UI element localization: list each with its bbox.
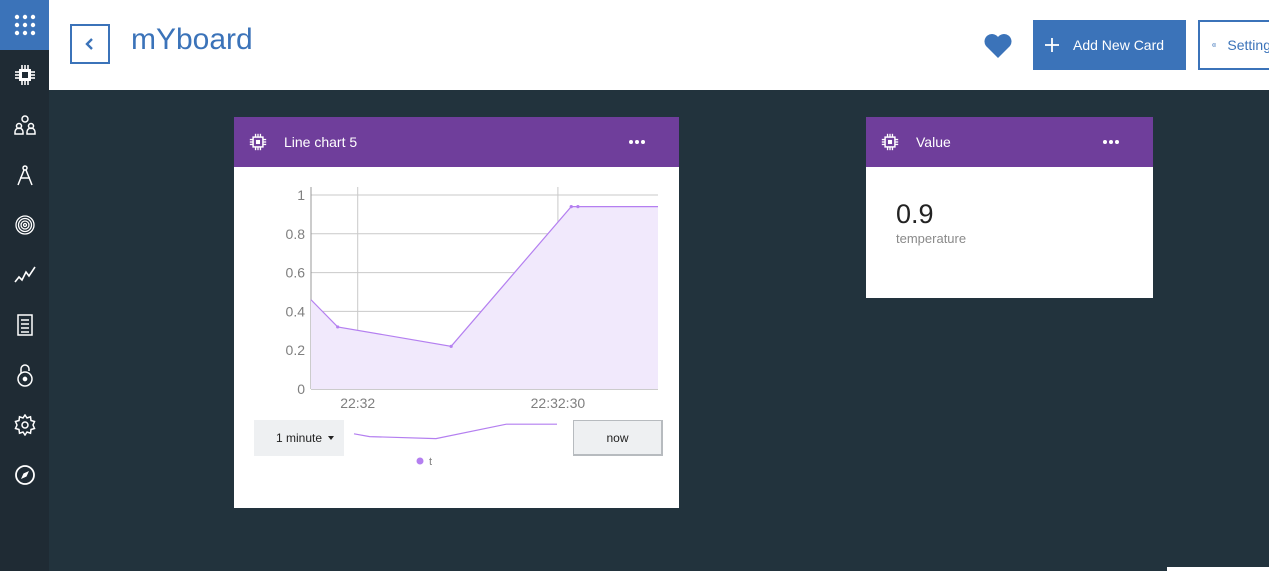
board-corner <box>1167 567 1269 571</box>
app-grid-icon <box>14 14 35 36</box>
legend-label: t <box>429 456 432 467</box>
app-switcher-button[interactable] <box>0 0 49 50</box>
card-overflow-menu-button[interactable] <box>627 132 647 152</box>
data-point <box>449 344 453 348</box>
fingerprint-icon <box>14 215 35 235</box>
data-point <box>569 205 573 209</box>
legend-marker <box>416 457 424 465</box>
page-title: mYboard <box>131 23 253 56</box>
lock-icon <box>16 364 33 387</box>
overview-line <box>353 423 557 440</box>
card-overflow-menu-button[interactable] <box>1101 132 1121 152</box>
sidebar-item-access[interactable] <box>0 350 49 400</box>
sidebar-item-devices[interactable] <box>0 50 49 100</box>
device-chip-icon <box>14 65 35 85</box>
time-range-value: 1 minute <box>276 431 323 445</box>
time-range-select[interactable]: 1 minute <box>254 420 344 456</box>
usage-chart-icon <box>13 266 36 283</box>
x-tick-label: 22:32 <box>340 395 375 411</box>
data-point <box>576 205 580 209</box>
y-tick-label: 0 <box>297 381 305 397</box>
device-chip-icon <box>249 133 267 151</box>
page-header: mYboard Add New Card Settings <box>49 0 1269 90</box>
y-tick-label: 0.4 <box>286 303 306 319</box>
sidebar-item-members[interactable] <box>0 100 49 150</box>
y-tick-label: 0.8 <box>286 226 306 242</box>
sidebar-item-security[interactable] <box>0 200 49 250</box>
apps-compass-icon <box>16 165 33 186</box>
plus-icon <box>1045 38 1059 52</box>
value-card: Value 0.9 temperature <box>866 117 1153 298</box>
y-tick-label: 0.2 <box>286 342 306 358</box>
line-chart-card: Line chart 5 0 0.2 0.4 0.6 0.8 1 22:32 22:32:30… <box>234 117 679 508</box>
now-button[interactable]: now <box>573 420 663 456</box>
card-header: Value <box>866 117 1153 167</box>
back-button[interactable] <box>70 24 110 64</box>
y-tick-label: 0.6 <box>286 265 306 281</box>
sidebar-item-usage[interactable] <box>0 250 49 300</box>
sidebar-item-logs[interactable] <box>0 300 49 350</box>
data-point <box>336 325 340 329</box>
add-new-card-label: Add New Card <box>1073 37 1165 53</box>
settings-gear-icon <box>13 414 36 436</box>
favorite-heart-icon[interactable] <box>983 32 1013 60</box>
chevron-left-icon <box>85 38 93 50</box>
gear-icon <box>1212 42 1217 48</box>
more-dots-icon <box>629 140 645 144</box>
now-label: now <box>606 430 629 445</box>
x-tick-label: 22:32:30 <box>531 395 586 411</box>
value-label: temperature <box>896 231 967 246</box>
card-title: Line chart 5 <box>284 134 358 150</box>
value-number: 0.9 <box>896 199 934 229</box>
more-dots-icon <box>1103 140 1119 144</box>
device-chip-icon <box>881 133 899 151</box>
caret-down-icon <box>328 436 335 440</box>
members-icon <box>13 115 36 135</box>
add-new-card-button[interactable]: Add New Card <box>1033 20 1186 70</box>
navigator-icon <box>14 465 35 485</box>
sidebar-item-explore[interactable] <box>0 450 49 500</box>
card-header: Line chart 5 <box>234 117 679 167</box>
settings-label: Settings <box>1227 37 1269 53</box>
sidebar <box>0 0 49 571</box>
sidebar-item-apps[interactable] <box>0 150 49 200</box>
card-title: Value <box>916 134 951 150</box>
document-icon <box>16 314 33 336</box>
sidebar-item-settings[interactable] <box>0 400 49 450</box>
y-tick-label: 1 <box>297 187 305 203</box>
settings-button[interactable]: Settings <box>1198 20 1269 70</box>
